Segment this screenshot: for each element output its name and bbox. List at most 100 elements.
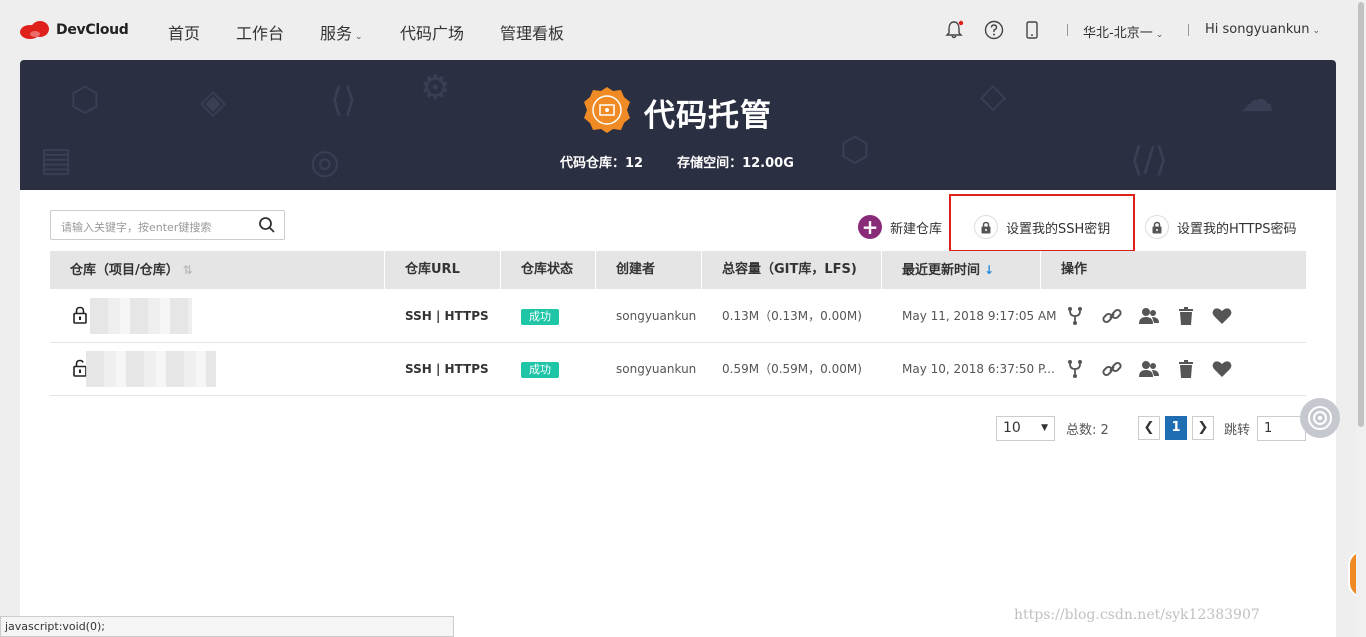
sort-down-icon[interactable]: ↓ (984, 263, 994, 277)
heart-icon[interactable] (1211, 305, 1233, 327)
sort-icon[interactable]: ⇅ (183, 263, 193, 277)
decor-icon: ⬡ (70, 80, 100, 120)
decor-icon: ⚙ (420, 68, 451, 108)
main-card: ⬡ ◈ ⟨⟩ ⚙ ▤ ◎ ⬡ ◇ ⟨/⟩ ☁ 代码托管 代码仓库：12 存储空间：… (20, 60, 1336, 637)
dropdown-arrow-icon: ▼ (1041, 423, 1048, 433)
region-selector[interactable]: 华北-北京一 ⌄ (1083, 22, 1163, 41)
code-hosting-badge-icon (584, 87, 630, 133)
column-divider (595, 251, 596, 289)
cloud-logo-icon (20, 21, 49, 39)
nav-item-services[interactable]: 服务 ⌄ (320, 20, 363, 44)
members-icon[interactable] (1138, 305, 1160, 327)
header-updated[interactable]: 最近更新时间 ↓ (902, 251, 994, 289)
chevron-down-icon: ⌄ (1312, 26, 1321, 36)
scrollbar-thumb[interactable] (1358, 2, 1364, 427)
mobile-icon[interactable] (1022, 20, 1042, 40)
page-size-value: 10 (1003, 420, 1021, 436)
set-https-password-button[interactable]: 设置我的HTTPS密码 (1145, 214, 1297, 240)
decor-icon: ▤ (40, 140, 73, 180)
annotation-highlight-box (949, 194, 1135, 252)
storage-usage: 存储空间：12.00G (677, 156, 794, 171)
link-icon[interactable] (1101, 305, 1123, 327)
brand-name: DevCloud (56, 22, 129, 38)
current-page-button[interactable]: 1 (1165, 416, 1187, 440)
help-icon[interactable] (984, 20, 1004, 40)
jump-page-input[interactable]: 1 (1257, 416, 1306, 441)
nav-label: 首页 (168, 24, 201, 43)
header-label: 仓库（项目/仓库） (70, 263, 179, 278)
banner-stats: 代码仓库：12 存储空间：12.00G (560, 152, 794, 171)
page-title: 代码托管 (644, 98, 772, 134)
decor-icon: ⬡ (840, 130, 870, 170)
header-status: 仓库状态 (521, 262, 574, 277)
trash-icon[interactable] (1175, 358, 1197, 380)
nav-label: 管理看板 (500, 24, 565, 43)
column-divider (701, 251, 702, 289)
divider (1188, 24, 1189, 36)
trash-icon[interactable] (1175, 305, 1197, 327)
nav-item-code-square[interactable]: 代码广场 (400, 20, 464, 44)
header-ops: 操作 (1061, 262, 1088, 277)
table-row[interactable]: SSH | HTTPS 成功 songyuankun 0.59M（0.59M，0… (50, 343, 1306, 396)
devcloud-logo[interactable]: DevCloud (18, 19, 129, 41)
table-header: 仓库（项目/仓库） ⇅ 仓库URL 仓库状态 创建者 总容量（GIT库，LFS) … (50, 251, 1306, 289)
decor-icon: ◇ (980, 76, 1007, 116)
members-icon[interactable] (1138, 358, 1160, 380)
user-menu[interactable]: Hi songyuankun ⌄ (1205, 22, 1320, 37)
total-count: 总数: 2 (1066, 419, 1109, 438)
lock-closed-icon (73, 306, 87, 324)
header-label: 最近更新时间 (902, 263, 981, 278)
column-divider (1040, 251, 1041, 289)
search-input[interactable]: 请输入关键字，按enter键搜索 (50, 210, 285, 240)
jump-label: 跳转 (1224, 423, 1251, 438)
header-creator: 创建者 (616, 262, 656, 277)
fork-icon[interactable] (1064, 358, 1086, 380)
header-url: 仓库URL (405, 262, 460, 277)
decor-icon: ⟨/⟩ (1130, 140, 1168, 180)
nav-item-dashboard[interactable]: 管理看板 (500, 20, 564, 44)
new-repo-label: 新建仓库 (890, 221, 943, 237)
eye-icon (1308, 406, 1332, 430)
creator-cell: songyuankun (616, 362, 697, 376)
watermark: https://blog.csdn.net/syk12383907 (1014, 607, 1260, 623)
repo-url-links[interactable]: SSH | HTTPS (405, 343, 489, 395)
nav-label: 工作台 (236, 24, 285, 43)
column-divider (500, 251, 501, 289)
prev-page-button[interactable]: ❮ (1138, 416, 1160, 440)
updated-cell: May 10, 2018 6:37:50 P... (902, 362, 1055, 376)
total-value: 2 (1100, 423, 1109, 438)
header-repo[interactable]: 仓库（项目/仓库） ⇅ (70, 251, 193, 289)
link-icon[interactable] (1101, 358, 1123, 380)
divider (1067, 24, 1068, 36)
code-hosting-banner: ⬡ ◈ ⟨⟩ ⚙ ▤ ◎ ⬡ ◇ ⟨/⟩ ☁ 代码托管 代码仓库：12 存储空间：… (20, 60, 1336, 190)
nav-item-home[interactable]: 首页 (168, 20, 200, 44)
nav-item-workbench[interactable]: 工作台 (236, 20, 284, 44)
plus-icon: + (858, 215, 882, 239)
repo-count: 代码仓库：12 (560, 156, 644, 171)
status-badge: 成功 (521, 361, 559, 378)
search-placeholder: 请输入关键字，按enter键搜索 (61, 221, 212, 234)
redacted-repo-name[interactable] (90, 298, 192, 334)
redacted-repo-name[interactable] (86, 351, 216, 387)
total-label: 总数: (1066, 423, 1097, 438)
region-label: 华北-北京一 (1083, 26, 1153, 41)
chevron-right-icon: ❯ (1197, 420, 1209, 435)
header-capacity: 总容量（GIT库，LFS) (722, 262, 857, 277)
bell-icon[interactable] (944, 20, 964, 40)
browser-status-bar: javascript:void(0); (0, 616, 454, 637)
next-page-button[interactable]: ❯ (1192, 416, 1214, 440)
fork-icon[interactable] (1064, 305, 1086, 327)
chevron-left-icon: ❮ (1143, 420, 1155, 435)
chevron-down-icon: ⌄ (1155, 30, 1164, 40)
updated-cell: May 11, 2018 9:17:05 AM (902, 309, 1057, 323)
status-cell: 成功 (521, 290, 559, 342)
search-icon[interactable] (258, 216, 276, 234)
repo-url-links[interactable]: SSH | HTTPS (405, 290, 489, 342)
table-row[interactable]: SSH | HTTPS 成功 songyuankun 0.13M（0.13M，0… (50, 290, 1306, 343)
floating-assistant-button[interactable] (1300, 398, 1340, 438)
heart-icon[interactable] (1211, 358, 1233, 380)
status-cell: 成功 (521, 343, 559, 395)
new-repo-button[interactable]: + 新建仓库 (858, 214, 942, 240)
page-size-select[interactable]: 10 ▼ (996, 416, 1055, 441)
column-divider (881, 251, 882, 289)
